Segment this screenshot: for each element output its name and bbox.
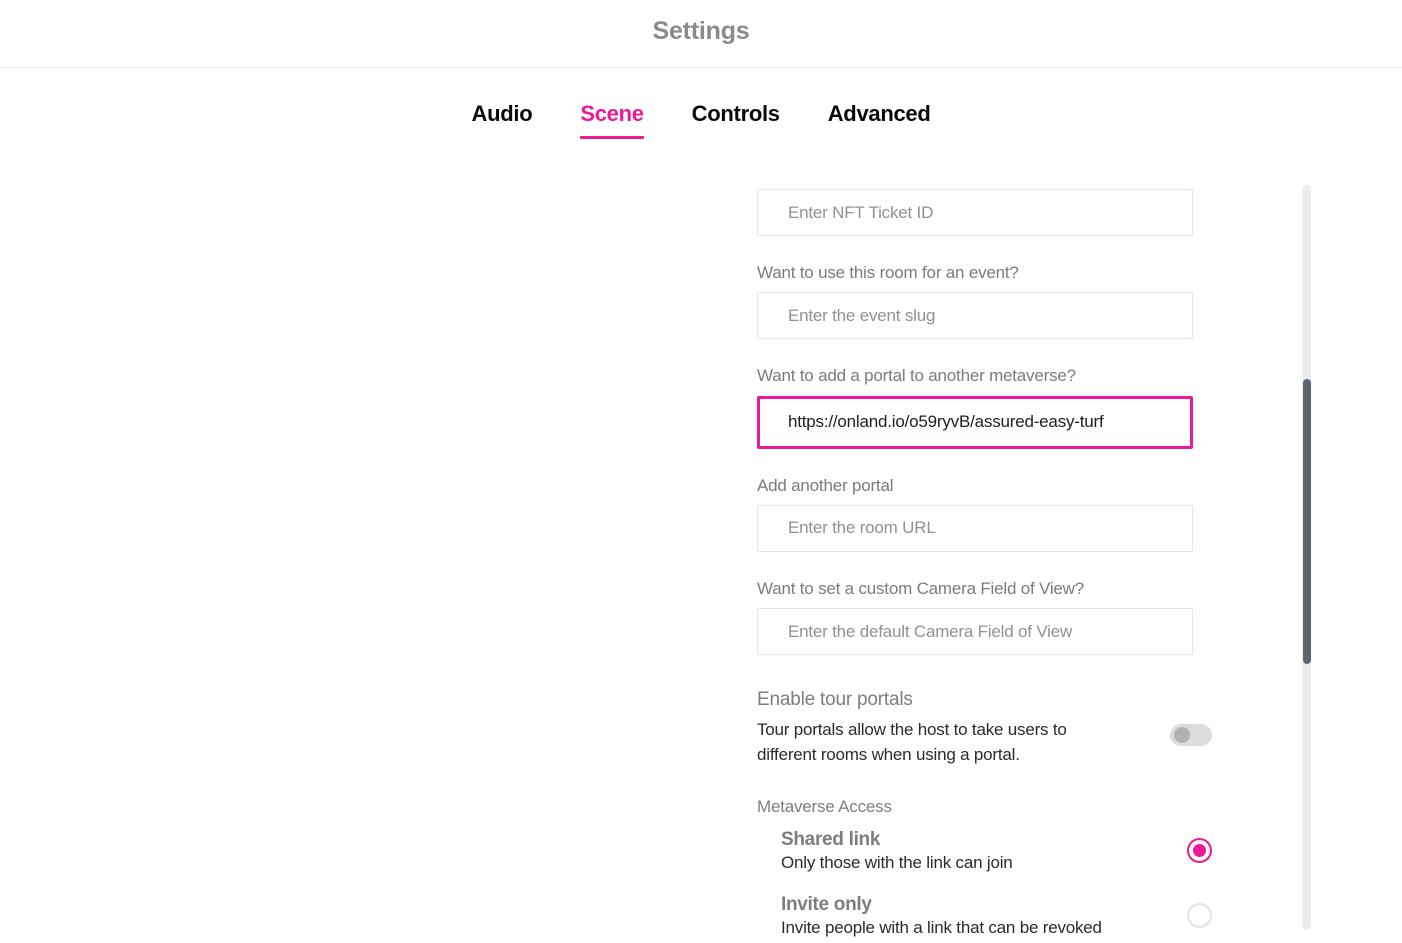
tab-scene[interactable]: Scene [556, 101, 667, 139]
access-option-invite-only[interactable]: Invite only Invite people with a link th… [757, 894, 1212, 943]
shared-link-radio[interactable] [1187, 838, 1212, 864]
nft-ticket-id-input[interactable] [757, 189, 1193, 236]
shared-link-name: Shared link [781, 829, 881, 851]
event-slug-input[interactable] [757, 292, 1193, 340]
portal-url-label: Want to add a portal to another metavers… [757, 366, 1076, 386]
camera-fov-input[interactable] [757, 608, 1193, 655]
tab-controls[interactable]: Controls [668, 101, 804, 139]
tour-portals-toggle[interactable] [1170, 724, 1212, 746]
page-title: Settings [652, 17, 750, 45]
metaverse-access-group: Metaverse Access Shared link Only those … [757, 797, 1212, 943]
scene-settings-form: Want to use this room for an event? Want… [757, 189, 1212, 943]
another-portal-input[interactable] [757, 504, 1193, 552]
portal-url-input[interactable] [757, 395, 1193, 449]
settings-scroll-area: Want to use this room for an event? Want… [0, 148, 1402, 943]
tour-portals-setting: Enable tour portals Tour portals allow t… [757, 689, 1212, 767]
invite-only-name: Invite only [781, 894, 872, 916]
metaverse-access-title: Metaverse Access [757, 797, 892, 817]
tab-audio[interactable]: Audio [448, 101, 557, 139]
another-portal-label: Add another portal [757, 475, 894, 495]
tour-portals-description: Tour portals allow the host to take user… [757, 720, 1067, 764]
toggle-knob [1174, 727, 1190, 743]
page-header: Settings [0, 0, 1402, 68]
camera-fov-label: Want to set a custom Camera Field of Vie… [757, 578, 1085, 598]
vertical-scrollbar-thumb[interactable] [1303, 379, 1311, 664]
access-option-shared-link[interactable]: Shared link Only those with the link can… [757, 829, 1212, 879]
shared-link-description: Only those with the link can join [781, 853, 1013, 873]
settings-tabs: Audio Scene Controls Advanced [0, 68, 1402, 148]
invite-only-description: Invite people with a link that can be re… [781, 918, 1102, 938]
invite-only-radio[interactable] [1187, 903, 1212, 929]
tab-advanced[interactable]: Advanced [804, 101, 955, 139]
settings-page: Settings Audio Scene Controls Advanced W… [0, 0, 1402, 943]
event-slug-label: Want to use this room for an event? [757, 263, 1019, 282]
tour-portals-title: Enable tour portals [757, 689, 913, 710]
